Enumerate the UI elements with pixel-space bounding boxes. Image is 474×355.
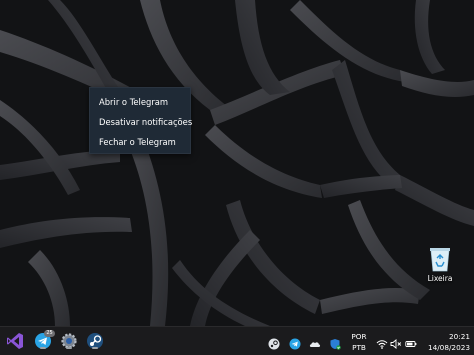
input-language-indicator[interactable]: POR PTB — [348, 332, 370, 352]
volume-muted-icon — [390, 339, 402, 349]
windows-security-icon — [330, 339, 341, 350]
taskbar-app-settings[interactable] — [60, 332, 78, 350]
taskbar-app-visual-studio[interactable] — [6, 332, 24, 350]
tray-telegram[interactable] — [289, 335, 301, 350]
tray-volume[interactable] — [390, 335, 402, 349]
menu-item-open-telegram[interactable]: Abrir o Telegram — [90, 92, 190, 112]
recycle-bin-label: Lixeira — [427, 274, 453, 283]
telegram-running-indicator — [40, 347, 46, 349]
steam-tray-icon — [268, 338, 280, 350]
desktop: Abrir o Telegram Desativar notificações … — [0, 0, 474, 326]
tray-wifi[interactable] — [376, 335, 388, 349]
tray-onedrive[interactable] — [309, 335, 321, 347]
clock-date: 14/08/2023 — [427, 343, 470, 352]
menu-item-disable-notifications[interactable]: Desativar notificações — [90, 112, 192, 132]
onedrive-icon — [309, 342, 321, 347]
steam-running-indicator — [92, 347, 98, 349]
tray-battery[interactable] — [405, 335, 417, 347]
taskbar-app-telegram[interactable]: 25 — [34, 330, 55, 350]
telegram-context-menu: Abrir o Telegram Desativar notificações … — [89, 87, 192, 154]
clock-time: 20:21 — [448, 332, 470, 341]
telegram-unread-badge: 25 — [44, 330, 55, 337]
system-clock[interactable]: 20:21 14/08/2023 — [424, 332, 470, 352]
tray-steam[interactable] — [268, 335, 280, 350]
taskbar: 25 POR PTB 20:21 14/08/2023 — [0, 326, 474, 355]
taskbar-app-steam[interactable] — [86, 332, 104, 350]
visual-studio-icon — [7, 333, 23, 349]
telegram-tray-icon — [289, 338, 301, 350]
tray-windows-security[interactable] — [329, 335, 341, 350]
settings-running-indicator — [66, 347, 72, 349]
recycle-bin-icon — [430, 248, 450, 272]
language-code: POR — [351, 332, 367, 341]
wifi-icon — [376, 340, 388, 349]
battery-icon — [405, 341, 417, 347]
menu-item-close-telegram[interactable]: Fechar o Telegram — [90, 132, 190, 152]
recycle-bin-shortcut[interactable]: Lixeira — [422, 246, 458, 290]
dark-abstract-wallpaper — [0, 0, 474, 326]
keyboard-layout-code: PTB — [352, 343, 366, 352]
